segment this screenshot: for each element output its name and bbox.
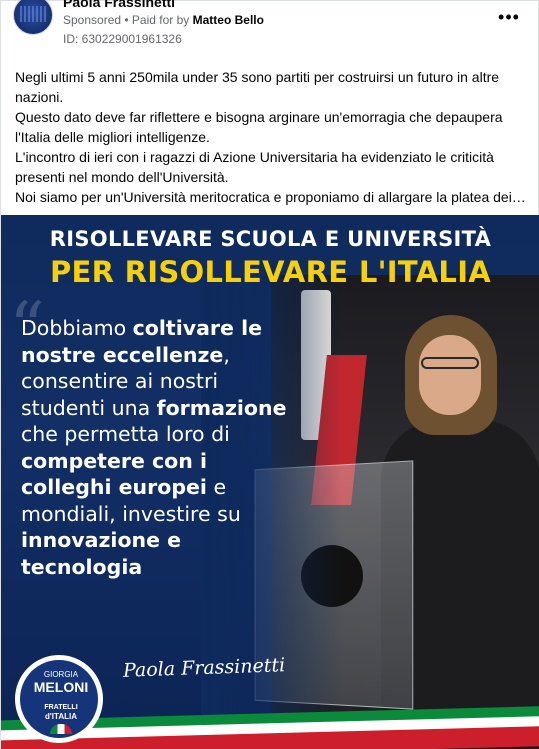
logo-name-text: MELONI [33, 679, 89, 695]
flame-icon [50, 724, 72, 734]
logo-sub2-text: d'ITALIA [45, 712, 77, 721]
quote-part-bold: formazione [156, 395, 287, 420]
sponsor-line: Sponsored • Paid for by Matteo Bello [63, 13, 264, 27]
ad-id: ID: 630229001961326 [63, 32, 182, 46]
headline-main: PER RISOLLEVARE L'ITALIA [49, 255, 492, 289]
sponsored-label: Sponsored [63, 13, 122, 27]
speaker-face [419, 335, 481, 415]
paid-for-label: Paid for by [131, 13, 193, 27]
page-name[interactable]: Paola Frassinetti [63, 0, 175, 10]
page-avatar[interactable] [13, 0, 53, 35]
post-paragraph: Noi siamo per un'Università meritocratic… [15, 189, 526, 205]
quote-part-bold: competere con i colleghi europei [21, 448, 208, 500]
quote-text: Dobbiamo coltivare le nostre eccellenze,… [21, 315, 291, 580]
more-dots-icon: ••• [498, 7, 520, 27]
quote-part: che permetta loro di [21, 422, 230, 446]
headline-top: RISOLLEVARE SCUOLA E UNIVERSITÀ [49, 227, 492, 251]
quote-part-bold: innovazione e tecnologia [21, 528, 182, 579]
payer-name: Matteo Bello [192, 13, 264, 27]
meta-separator: • [121, 13, 132, 27]
more-options-button[interactable]: ••• [496, 7, 522, 27]
post-text: Negli ultimi 5 anni 250mila under 35 son… [15, 67, 527, 207]
logo-sub1-text: FRATELLI [44, 704, 78, 711]
post-paragraph: Negli ultimi 5 anni 250mila under 35 son… [15, 69, 500, 105]
speaker-glasses [421, 357, 479, 369]
quote-part: Dobbiamo [21, 316, 133, 340]
ad-card: Paola Frassinetti Sponsored • Paid for b… [0, 0, 539, 749]
party-logo: GIORGIA MELONI FRATELLI d'ITALIA [15, 655, 103, 743]
post-paragraph: Questo dato deve far riflettere e bisogn… [15, 109, 503, 145]
post-header: Paola Frassinetti Sponsored • Paid for b… [1, 0, 539, 57]
post-paragraph: L'incontro di ieri con i ragazzi di Azio… [15, 149, 494, 185]
ad-creative-image[interactable]: RISOLLEVARE SCUOLA E UNIVERSITÀ PER RISO… [1, 215, 539, 749]
logo-top-text: GIORGIA [43, 670, 79, 679]
